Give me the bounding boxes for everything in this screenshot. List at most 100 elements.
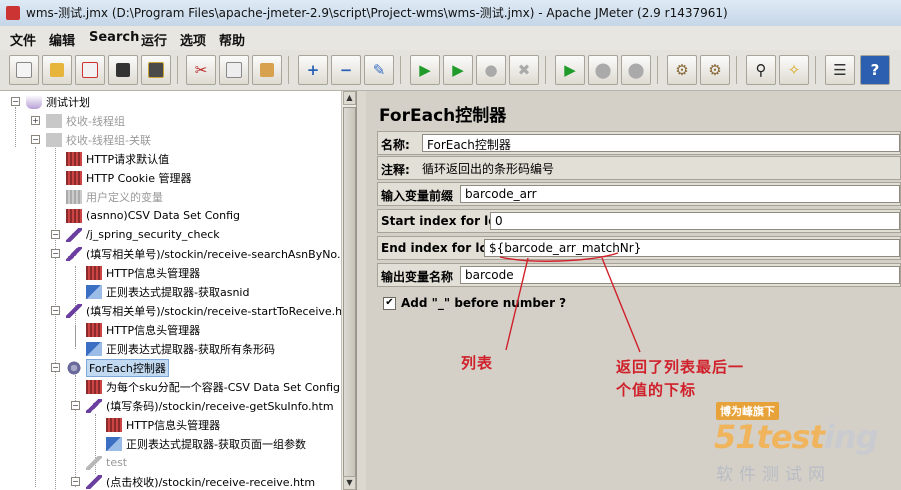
annotation-last-index-line2: 个值的下标 <box>616 381 697 399</box>
start-icon[interactable]: ▶ <box>410 55 440 85</box>
save-screenshot-icon[interactable] <box>141 55 171 85</box>
clear-icon[interactable]: ⚙ <box>667 55 697 85</box>
remote-stop-icon[interactable]: ⬤ <box>588 55 618 85</box>
remote-shutdown-icon[interactable]: ⬤ <box>621 55 651 85</box>
tree-node-label: (asnno)CSV Data Set Config <box>86 209 241 222</box>
tree-node-config[interactable]: 用户定义的变量 <box>66 187 163 206</box>
tree-node-post-processor[interactable]: 正则表达式提取器-获取asnid <box>86 282 249 301</box>
comment-field[interactable]: 循环返回出的条形码编号 <box>418 159 900 177</box>
menu-edit[interactable]: 编辑 <box>49 30 75 49</box>
scroll-thumb[interactable] <box>343 107 356 479</box>
tree-node-config[interactable]: 为每个sku分配一个容器-CSV Data Set Config <box>86 377 340 396</box>
tree-toggle[interactable]: + <box>31 116 40 125</box>
tree-node-config[interactable]: (asnno)CSV Data Set Config <box>66 206 240 225</box>
tree-node-label: 校收-线程组-关联 <box>66 133 151 147</box>
end-index-field[interactable]: ${barcode_arr_matchNr} <box>484 239 900 257</box>
paste-icon[interactable] <box>252 55 282 85</box>
name-field[interactable]: ForEach控制器 <box>422 134 900 152</box>
remote-start-icon[interactable]: ▶ <box>555 55 585 85</box>
tree-node-label: 为每个sku分配一个容器-CSV Data Set Config <box>106 380 341 394</box>
close-file-icon[interactable] <box>75 55 105 85</box>
tree-toggle[interactable]: − <box>51 306 60 315</box>
open-icon[interactable] <box>42 55 72 85</box>
search-icon[interactable]: ⚲ <box>746 55 776 85</box>
function-helper-icon[interactable]: ☰ <box>825 55 855 85</box>
add-underscore-option[interactable]: ✔ Add "_" before number ? <box>383 296 566 310</box>
menu-run[interactable]: 运行 <box>141 30 167 49</box>
tree-toggle[interactable]: − <box>11 97 20 106</box>
tree-node-config[interactable]: HTTP信息头管理器 <box>86 320 200 339</box>
new-icon[interactable] <box>9 55 39 85</box>
menu-search[interactable]: Search <box>89 30 139 45</box>
sampler-icon <box>66 227 82 242</box>
tree-toggle[interactable]: − <box>51 249 60 258</box>
sampler-icon <box>86 455 102 470</box>
menu-help[interactable]: 帮助 <box>219 30 245 49</box>
tree-node-sampler[interactable]: test <box>86 453 127 472</box>
tree-node-sampler[interactable]: (填写相关单号)/stockin/receive-searchAsnByNo.h… <box>66 244 356 263</box>
tree-node-config[interactable]: HTTP信息头管理器 <box>106 415 220 434</box>
start-no-pause-icon[interactable]: ▶ <box>443 55 473 85</box>
output-var-row: 输出变量名称 barcode <box>377 263 901 287</box>
tree-node-post-processor[interactable]: 正则表达式提取器-获取所有条形码 <box>86 339 275 358</box>
tree-toggle[interactable]: − <box>51 230 60 239</box>
menu-file[interactable]: 文件 <box>10 30 36 49</box>
toggle-icon[interactable]: ✎ <box>364 55 394 85</box>
config-icon <box>66 189 82 204</box>
add-underscore-checkbox[interactable]: ✔ <box>383 296 396 310</box>
scroll-down-icon[interactable]: ▼ <box>343 476 356 490</box>
tree-toggle[interactable]: − <box>51 363 60 372</box>
tree-toggle[interactable]: − <box>71 401 80 410</box>
name-row: 名称: ForEach控制器 <box>377 131 901 155</box>
input-prefix-row: 输入变量前缀 barcode_arr <box>377 182 901 206</box>
tree-node-label: 正则表达式提取器-获取页面一组参数 <box>126 437 306 451</box>
input-prefix-field[interactable]: barcode_arr <box>460 185 900 203</box>
expand-icon[interactable]: + <box>298 55 328 85</box>
comment-label: 注释: <box>381 163 410 177</box>
clear-all-icon[interactable]: ⚙ <box>700 55 730 85</box>
menu-options[interactable]: 选项 <box>180 30 206 49</box>
shutdown-icon[interactable]: ✖ <box>509 55 539 85</box>
tree-node-sampler[interactable]: (填写相关单号)/stockin/receive-startToReceive.… <box>66 301 357 320</box>
tree-node-config[interactable]: HTTP Cookie 管理器 <box>66 168 191 187</box>
config-icon <box>106 417 122 432</box>
tree-toggle[interactable]: − <box>31 135 40 144</box>
config-icon <box>86 265 102 280</box>
save-icon[interactable] <box>108 55 138 85</box>
tree-node-thread-group[interactable]: 校收-线程组-关联 <box>46 130 151 149</box>
collapse-icon[interactable]: − <box>331 55 361 85</box>
cut-icon[interactable]: ✂ <box>186 55 216 85</box>
tree-node-label: ForEach控制器 <box>86 358 169 377</box>
thread-group-icon <box>46 113 62 128</box>
tree-node-label: (点击校收)/stockin/receive-receive.htm <box>106 475 316 489</box>
copy-icon[interactable] <box>219 55 249 85</box>
tree-node-label: (填写相关单号)/stockin/receive-startToReceive.… <box>86 304 357 318</box>
tree-toggle[interactable]: − <box>71 477 80 486</box>
tree-node-sampler[interactable]: (点击校收)/stockin/receive-receive.htm <box>86 472 315 490</box>
tree-node-test-plan[interactable]: 测试计划 <box>26 92 90 111</box>
menu-bar: 文件 编辑 Search 运行 选项 帮助 <box>0 26 901 51</box>
tree-node-post-processor[interactable]: 正则表达式提取器-获取页面一组参数 <box>106 434 306 453</box>
tree-node-config[interactable]: HTTP信息头管理器 <box>86 263 200 282</box>
start-index-field[interactable]: 0 <box>490 212 900 230</box>
tree-node-thread-group[interactable]: 校收-线程组 <box>46 111 125 130</box>
stop-icon[interactable]: ● <box>476 55 506 85</box>
scroll-up-icon[interactable]: ▲ <box>343 91 356 105</box>
tree-scrollbar[interactable]: ▲ ▼ <box>341 91 356 490</box>
watermark-subtitle: 软件测试网 <box>716 465 831 485</box>
tree-node-foreach-controller[interactable]: ForEach控制器 <box>66 358 169 377</box>
config-icon <box>86 322 102 337</box>
tree-node-sampler[interactable]: (填写条码)/stockin/receive-getSkuInfo.htm <box>86 396 334 415</box>
tree-node-sampler[interactable]: /j_spring_security_check <box>66 225 220 244</box>
tree-node-label: /j_spring_security_check <box>86 228 220 241</box>
input-prefix-label: 输入变量前缀 <box>381 189 454 203</box>
watermark-logo: 51testing <box>714 418 879 456</box>
tree-node-config[interactable]: HTTP请求默认值 <box>66 149 169 168</box>
post-processor-icon <box>86 341 102 356</box>
output-var-field[interactable]: barcode <box>460 266 900 284</box>
tree-node-label: test <box>106 456 128 469</box>
help-icon[interactable]: ? <box>860 55 890 85</box>
pane-splitter[interactable] <box>357 91 366 490</box>
tree-node-label: 正则表达式提取器-获取所有条形码 <box>106 342 275 356</box>
reset-search-icon[interactable]: ✧ <box>779 55 809 85</box>
